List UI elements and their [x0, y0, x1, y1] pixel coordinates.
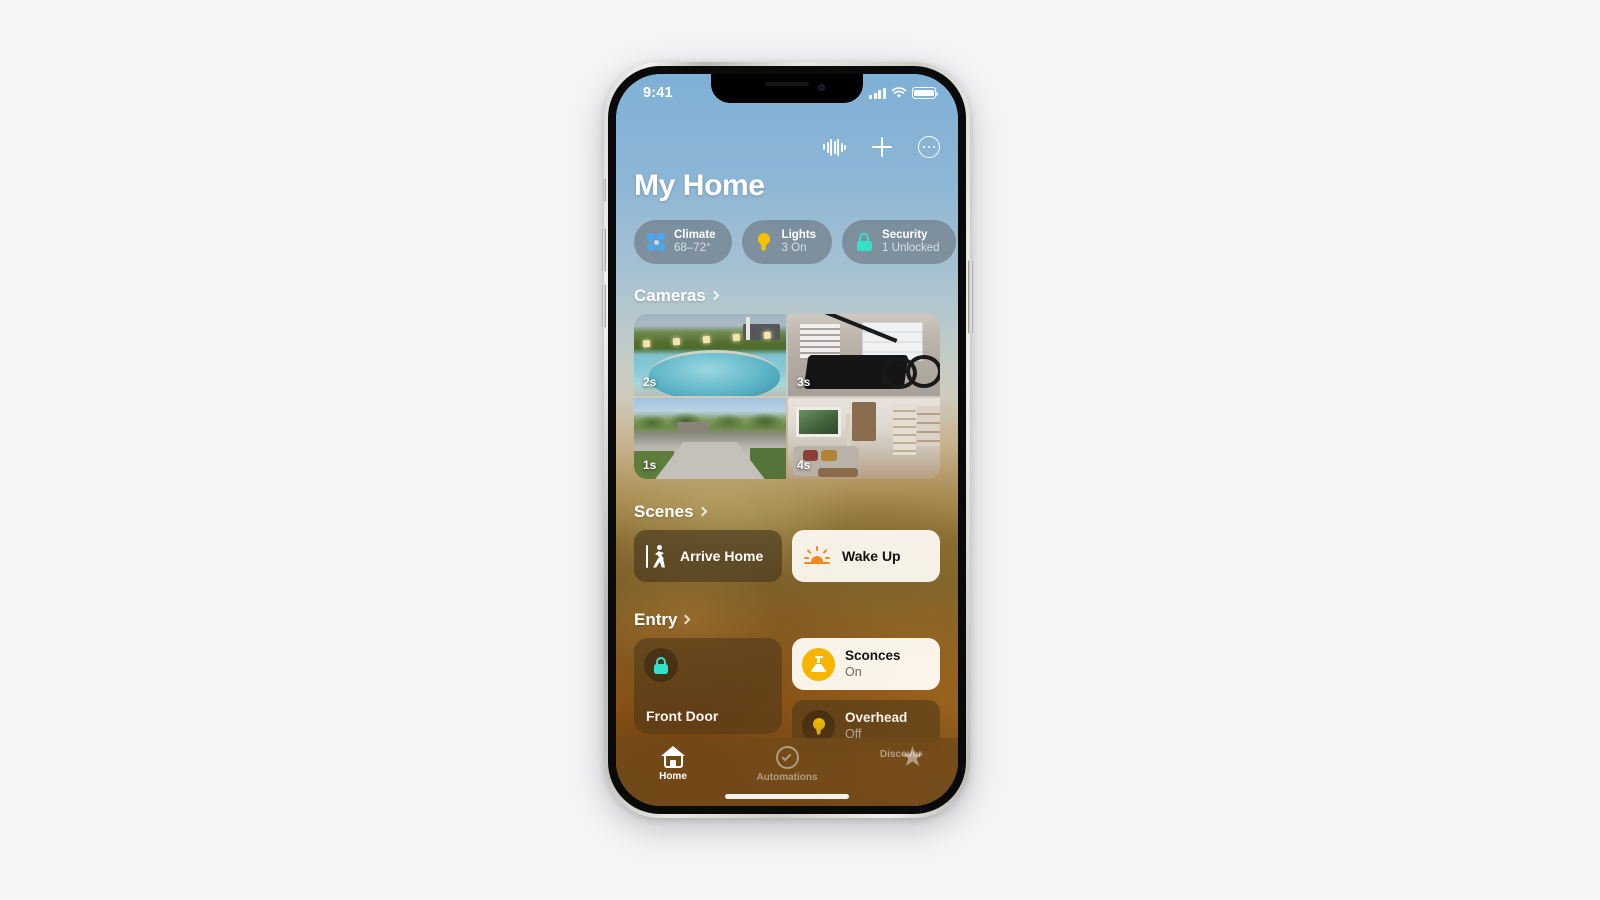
section-header-scenes[interactable]: Scenes [634, 502, 707, 522]
add-icon[interactable] [872, 137, 892, 157]
camera-latency-badge: 2s [643, 374, 657, 389]
lock-icon [854, 232, 874, 252]
wifi-icon [891, 87, 907, 98]
siri-waveform-icon[interactable] [823, 138, 846, 156]
accessory-tile-front-door[interactable]: Front Door [634, 638, 782, 734]
sunrise-icon [804, 546, 830, 566]
camera-latency-badge: 4s [797, 458, 811, 472]
section-header-entry[interactable]: Entry [634, 610, 691, 630]
scene-tile-wake-up[interactable]: Wake Up [792, 530, 940, 582]
accessory-label: Sconces [845, 648, 901, 664]
status-pill-lights[interactable]: Lights 3 On [741, 220, 833, 264]
tab-home[interactable]: Home [628, 746, 718, 782]
tab-automations[interactable]: Automations [742, 746, 832, 783]
sconce-icon [802, 647, 835, 681]
camera-tile-garage[interactable]: 3s [788, 314, 940, 396]
pill-title: Climate [674, 229, 716, 242]
volume-up-button[interactable] [601, 228, 606, 272]
more-options-icon[interactable] [918, 136, 940, 158]
decor-bookshelf-b [917, 405, 940, 447]
decor-pool [649, 349, 780, 396]
section-header-cameras[interactable]: Cameras [634, 286, 720, 306]
battery-icon [912, 87, 938, 99]
scene-tile-arrive-home[interactable]: Arrive Home [634, 530, 782, 582]
pill-value: 3 On [781, 242, 807, 254]
decor-patio-lights [642, 331, 771, 351]
pill-value: 1 Unlocked [882, 242, 940, 254]
decor-doorway [851, 402, 877, 442]
decor-floor-lamp [845, 413, 850, 450]
status-bar-indicators [869, 87, 938, 99]
tab-label: Home [659, 771, 687, 782]
accessory-state: On [845, 664, 862, 679]
earpiece-speaker [765, 82, 809, 86]
status-pill-climate[interactable]: Climate 68–72° [634, 220, 732, 264]
accessory-label: Front Door [646, 708, 719, 724]
fan-icon [645, 231, 667, 253]
status-pill-row[interactable]: Climate 68–72° Lights 3 On Security 1 Un… [634, 220, 958, 264]
page-title: My Home [634, 169, 765, 202]
screenshot-canvas: 9:41 My Home Climate 68–72° Lights 3 On … [0, 0, 1600, 900]
tab-label: Automations [756, 772, 818, 783]
device-notch [711, 74, 863, 103]
device-screen: 9:41 My Home Climate 68–72° Lights 3 On … [616, 74, 958, 806]
silent-switch-button[interactable] [602, 178, 606, 202]
device-bezel: 9:41 My Home Climate 68–72° Lights 3 On … [608, 66, 966, 814]
decor-pillow-b [821, 449, 837, 462]
tab-discover[interactable]: Discover [856, 746, 946, 767]
section-title: Entry [634, 610, 678, 629]
pill-title: Security [882, 229, 928, 242]
chevron-right-icon [697, 506, 707, 517]
walk-through-door-icon [646, 544, 668, 568]
camera-grid[interactable]: 2s 3s 1s 4s [634, 314, 940, 479]
chevron-right-icon [709, 290, 720, 301]
status-bar-time: 9:41 [643, 85, 673, 101]
pill-title: Lights [781, 229, 817, 242]
power-button[interactable] [968, 260, 973, 334]
section-title: Cameras [634, 286, 706, 305]
status-pill-security[interactable]: Security 1 Unlocked [842, 220, 956, 264]
home-toolbar [823, 136, 940, 158]
camera-tile-driveway[interactable]: 1s [634, 397, 786, 479]
decor-bookshelf-a [892, 404, 916, 455]
volume-down-button[interactable] [601, 284, 606, 328]
decor-house [676, 421, 710, 434]
decor-driveway [655, 441, 765, 479]
entry-accessory-grid[interactable]: Front Door Sconces On Overhead Off [634, 638, 940, 752]
home-scroll-content[interactable]: My Home Climate 68–72° Lights 3 On Secur… [616, 74, 958, 806]
entry-accessory-column: Sconces On Overhead Off [792, 638, 940, 752]
scene-label: Wake Up [842, 548, 901, 564]
decor-bicycle [882, 343, 940, 390]
lock-icon [644, 648, 678, 682]
decor-trees [634, 412, 786, 431]
clock-check-icon [775, 746, 799, 769]
section-title: Scenes [634, 502, 694, 521]
camera-tile-pool[interactable]: 2s [634, 314, 786, 396]
scene-label: Arrive Home [680, 548, 764, 564]
camera-latency-badge: 3s [797, 374, 811, 389]
pill-value: 68–72° [674, 242, 711, 254]
scene-tile-row[interactable]: Arrive Home Wake Up [634, 530, 940, 582]
iphone-device-frame: 9:41 My Home Climate 68–72° Lights 3 On … [601, 62, 973, 818]
front-camera-icon [818, 84, 825, 91]
camera-tile-living-room[interactable]: 4s [788, 397, 940, 479]
accessory-label: Overhead [845, 710, 908, 726]
bulb-icon [754, 232, 774, 252]
chevron-right-icon [681, 614, 691, 625]
signal-bars-icon [869, 87, 886, 99]
decor-coffee-table [818, 467, 858, 478]
house-icon [660, 746, 686, 768]
accessory-tile-sconces[interactable]: Sconces On [792, 638, 940, 690]
decor-artwork [795, 407, 842, 437]
home-indicator[interactable] [725, 794, 849, 799]
camera-latency-badge: 1s [643, 458, 657, 472]
